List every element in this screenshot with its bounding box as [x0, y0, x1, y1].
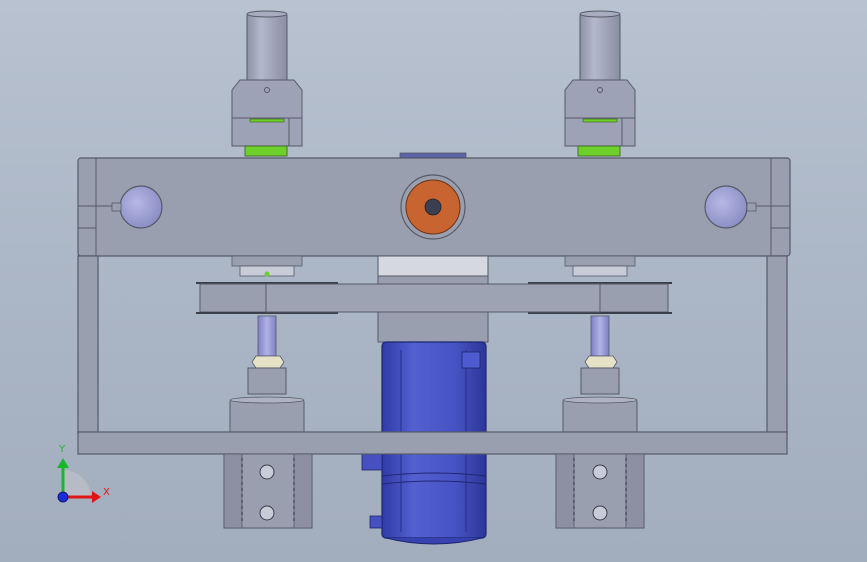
- axis-triad: [57, 458, 101, 503]
- bottom-rail: [77, 431, 788, 455]
- left-top-cylinder: [231, 10, 303, 157]
- x-axis-label: X: [103, 487, 110, 498]
- cad-viewport[interactable]: Y X: [0, 0, 867, 562]
- y-axis-label: Y: [59, 444, 66, 455]
- assembly-drawing: [57, 10, 791, 545]
- right-lower-shaft: [562, 315, 638, 435]
- center-bearing: [400, 174, 466, 240]
- left-guide-block: [223, 453, 313, 529]
- right-guide-block: [555, 453, 645, 529]
- drive-belt: [265, 283, 601, 313]
- left-lower-shaft: [229, 315, 305, 435]
- right-top-cylinder: [564, 10, 636, 157]
